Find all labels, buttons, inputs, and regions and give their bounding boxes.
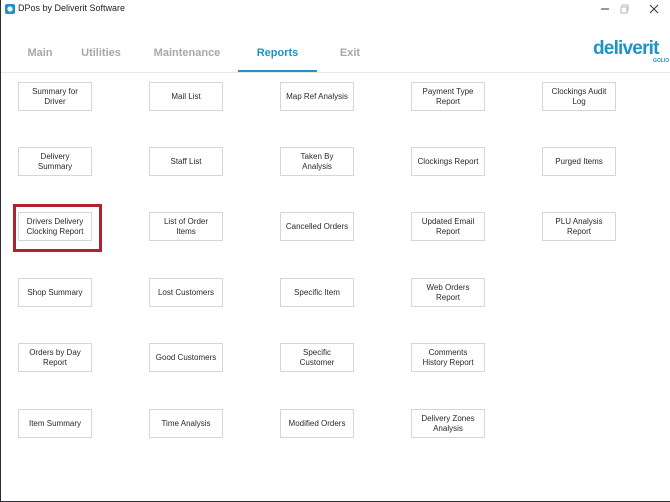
report-staff-list[interactable]: Staff List (149, 147, 223, 176)
maximize-icon (620, 4, 629, 14)
report-specific-item[interactable]: Specific Item (280, 278, 354, 307)
report-specific-customer[interactable]: Specific Customer (280, 343, 354, 372)
report-modified-orders[interactable]: Modified Orders (280, 409, 354, 438)
report-time-analysis[interactable]: Time Analysis (149, 409, 223, 438)
close-button[interactable] (639, 0, 669, 18)
report-orders-by-day[interactable]: Orders by Day Report (18, 343, 92, 372)
window-title: DPos by Deliverit Software (18, 3, 126, 13)
report-taken-by-analysis[interactable]: Taken By Analysis (280, 147, 354, 176)
menu-bar: Main Utilities Maintenance Reports Exit (1, 36, 670, 73)
deliverit-logo: deliverit GOLIO (593, 38, 670, 68)
app-window: DPos by Deliverit Software Main Utilitie… (0, 0, 670, 502)
report-cancelled-orders[interactable]: Cancelled Orders (280, 212, 354, 241)
report-map-ref-analysis[interactable]: Map Ref Analysis (280, 82, 354, 111)
report-purged-items[interactable]: Purged Items (542, 147, 616, 176)
report-summary-for-driver[interactable]: Summary for Driver (18, 82, 92, 111)
maximize-button[interactable] (610, 0, 640, 18)
report-updated-email[interactable]: Updated Email Report (411, 212, 485, 241)
report-plu-analysis[interactable]: PLU Analysis Report (542, 212, 616, 241)
report-comments-history[interactable]: Comments History Report (411, 343, 485, 372)
logo-text: deliverit (593, 38, 659, 59)
tab-maintenance[interactable]: Maintenance (149, 36, 225, 72)
tab-reports[interactable]: Reports (238, 36, 317, 72)
highlight-box (13, 204, 102, 252)
title-bar: DPos by Deliverit Software (1, 0, 670, 18)
report-delivery-summary[interactable]: Delivery Summary (18, 147, 92, 176)
tab-main[interactable]: Main (19, 36, 61, 72)
report-mail-list[interactable]: Mail List (149, 82, 223, 111)
tab-utilities[interactable]: Utilities (75, 36, 127, 72)
logo-subtext: GOLIO (653, 58, 670, 64)
menu-divider (1, 72, 670, 73)
tab-exit[interactable]: Exit (333, 36, 367, 72)
report-list-of-order-items[interactable]: List of Order Items (149, 212, 223, 241)
report-delivery-zones-analysis[interactable]: Delivery Zones Analysis (411, 409, 485, 438)
app-icon (5, 4, 15, 14)
report-payment-type[interactable]: Payment Type Report (411, 82, 485, 111)
minimize-icon (601, 8, 609, 10)
report-clockings[interactable]: Clockings Report (411, 147, 485, 176)
close-icon (649, 4, 659, 14)
report-clockings-audit-log[interactable]: Clockings Audit Log (542, 82, 616, 111)
report-good-customers[interactable]: Good Customers (149, 343, 223, 372)
report-lost-customers[interactable]: Lost Customers (149, 278, 223, 307)
report-shop-summary[interactable]: Shop Summary (18, 278, 92, 307)
report-item-summary[interactable]: Item Summary (18, 409, 92, 438)
report-web-orders[interactable]: Web Orders Report (411, 278, 485, 307)
